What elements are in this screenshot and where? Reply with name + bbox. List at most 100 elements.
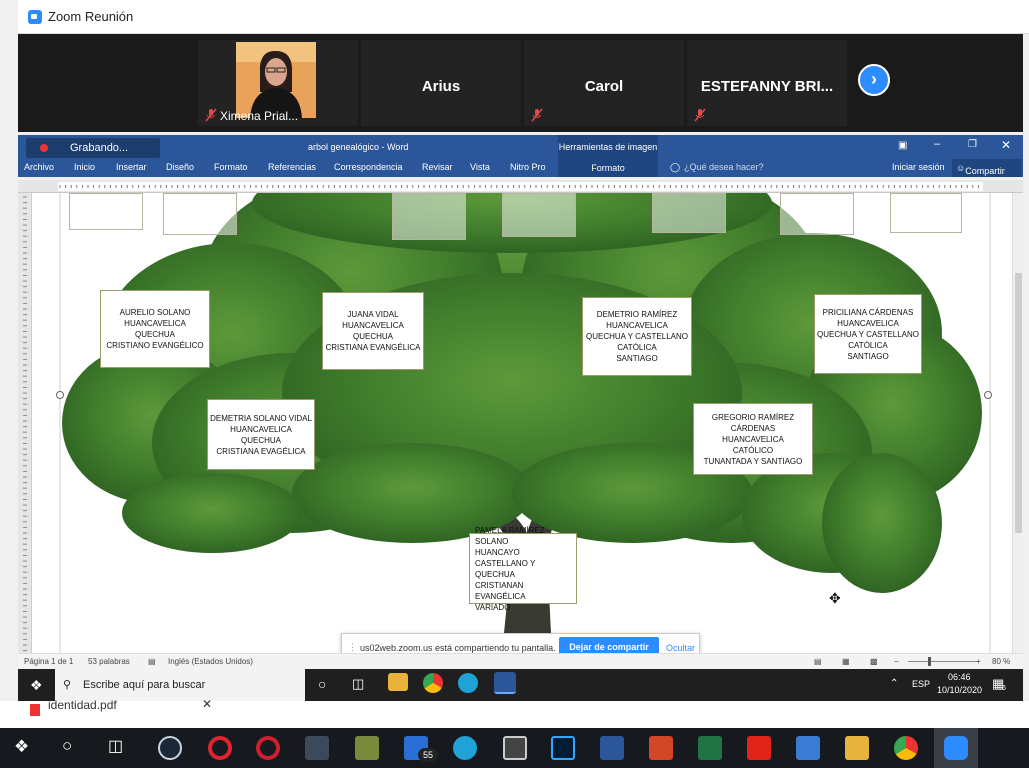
- file-explorer-icon[interactable]: [845, 736, 869, 760]
- tab-correspondencia[interactable]: Correspondencia: [334, 162, 403, 172]
- steam-icon[interactable]: [158, 736, 182, 760]
- powerpoint-icon[interactable]: [649, 736, 673, 760]
- acrobat-icon[interactable]: [747, 736, 771, 760]
- family-card-aurelio[interactable]: AURELIO SOLANO HUANCAVELICA QUECHUA CRIS…: [100, 290, 210, 368]
- family-card-juana[interactable]: JUANA VIDAL HUANCAVELICA QUECHUA CRISTIA…: [322, 292, 424, 370]
- tab-archivo[interactable]: Archivo: [24, 162, 54, 172]
- participant-tile-ximena[interactable]: Ximena Prial...: [198, 40, 358, 126]
- horizontal-ruler[interactable]: [18, 180, 1023, 193]
- restore-icon[interactable]: ❐: [968, 139, 977, 150]
- tell-me-box[interactable]: ¿Qué desea hacer?: [684, 162, 764, 172]
- zoom-slider[interactable]: [908, 661, 978, 662]
- family-card-pamela[interactable]: PAMELA RAMÍREZ SOLANO HUANCAYO CASTELLAN…: [469, 526, 577, 612]
- empty-card[interactable]: [890, 193, 962, 233]
- photos-icon[interactable]: [796, 736, 820, 760]
- zoom-app-icon[interactable]: [944, 736, 968, 760]
- empty-card[interactable]: [69, 193, 143, 230]
- store-icon[interactable]: [355, 736, 379, 760]
- empty-card[interactable]: [502, 193, 576, 237]
- zoom-slider-thumb[interactable]: [928, 657, 931, 666]
- language-status[interactable]: Inglés (Estados Unidos): [168, 657, 253, 666]
- tab-revisar[interactable]: Revisar: [422, 162, 453, 172]
- scroll-thumb[interactable]: [1015, 273, 1022, 533]
- cortana-icon[interactable]: ○: [62, 736, 72, 756]
- tray-time[interactable]: 06:46: [948, 672, 971, 682]
- word-icon[interactable]: [494, 672, 516, 694]
- cortana-icon[interactable]: ○: [318, 676, 326, 692]
- zoom-level[interactable]: 80 %: [992, 657, 1010, 666]
- tab-diseno[interactable]: Diseño: [166, 162, 194, 172]
- next-page-button[interactable]: ›: [858, 64, 890, 96]
- word-count[interactable]: 53 palabras: [88, 657, 130, 666]
- family-card-gregorio[interactable]: GREGORIO RAMÍREZ CÁRDENAS HUANCAVELICA C…: [693, 403, 813, 475]
- app-icon[interactable]: [305, 736, 329, 760]
- page-count[interactable]: Página 1 de 1: [24, 657, 73, 666]
- vertical-scrollbar[interactable]: [1012, 193, 1023, 653]
- background-file-name[interactable]: identidad.pdf: [48, 698, 117, 712]
- windows-start-icon[interactable]: ❖: [30, 677, 43, 694]
- card-line: QUECHUA: [240, 435, 281, 445]
- card-line: HUANCAVELICA: [124, 319, 186, 328]
- participant-tile-estefanny[interactable]: ESTEFANNY BRI...: [687, 40, 847, 126]
- word-icon[interactable]: [600, 736, 624, 760]
- tab-referencias[interactable]: Referencias: [268, 162, 316, 172]
- tab-inicio[interactable]: Inicio: [74, 162, 95, 172]
- tab-vista[interactable]: Vista: [470, 162, 490, 172]
- read-mode-icon[interactable]: ▤: [814, 657, 822, 666]
- family-card-priciliana[interactable]: PRICILIANA CÁRDENAS HUANCAVELICA QUECHUA…: [814, 294, 922, 374]
- tab-formato[interactable]: Formato: [214, 162, 248, 172]
- hide-button[interactable]: Ocultar: [666, 643, 695, 653]
- close-tab-icon[interactable]: ✕: [202, 697, 212, 711]
- opera-gx-icon[interactable]: [256, 736, 280, 760]
- chrome-icon[interactable]: [894, 736, 918, 760]
- tray-expand-icon[interactable]: ⌃: [890, 678, 898, 689]
- opera-icon[interactable]: [208, 736, 232, 760]
- excel-icon[interactable]: [698, 736, 722, 760]
- minimize-icon[interactable]: –: [934, 138, 940, 150]
- edge-icon[interactable]: [453, 736, 477, 760]
- system-taskbar: ❖ ○ ◫ 55: [0, 728, 1029, 768]
- ribbon-display-icon[interactable]: ▣: [898, 140, 907, 151]
- word-status-bar: Página 1 de 1 53 palabras ▤ Inglés (Esta…: [18, 653, 1023, 669]
- zoom-out-icon[interactable]: –: [894, 657, 898, 666]
- taskbar-search[interactable]: ⚲ Escribe aquí para buscar: [55, 669, 305, 701]
- empty-card[interactable]: [163, 193, 237, 235]
- sign-in-link[interactable]: Iniciar sesión: [892, 162, 945, 172]
- tray-date[interactable]: 10/10/2020: [937, 685, 982, 695]
- participant-tile-carol[interactable]: Carol: [524, 40, 684, 126]
- share-button[interactable]: ☺ Compartir: [952, 159, 1022, 177]
- tray-language[interactable]: ESP: [912, 679, 930, 689]
- file-explorer-icon[interactable]: [388, 673, 408, 691]
- drag-handle-icon[interactable]: ⋮: [348, 642, 357, 653]
- ribbon-tabs: Archivo Inicio Insertar Diseño Formato R…: [18, 159, 1023, 177]
- card-line: HUANCAVELICA: [837, 318, 899, 328]
- tab-insertar[interactable]: Insertar: [116, 162, 147, 172]
- photoshop-icon[interactable]: [551, 736, 575, 760]
- task-view-icon[interactable]: ◫: [352, 676, 364, 692]
- zoom-in-icon[interactable]: +: [976, 657, 981, 666]
- recording-indicator[interactable]: Grabando...: [26, 138, 160, 158]
- card-line: CASTELLANO Y QUECHUA: [475, 558, 536, 579]
- vertical-ruler[interactable]: [18, 193, 32, 653]
- movie-maker-icon[interactable]: [503, 736, 527, 760]
- document-canvas[interactable]: AURELIO SOLANO HUANCAVELICA QUECHUA CRIS…: [32, 193, 1012, 653]
- card-line: CATÓLICA: [617, 343, 657, 352]
- close-icon[interactable]: ✕: [1001, 138, 1011, 152]
- edge-icon[interactable]: [458, 673, 478, 693]
- windows-start-icon[interactable]: ❖: [14, 737, 29, 757]
- participant-tile-arius[interactable]: Arius: [361, 40, 521, 126]
- family-card-demetria[interactable]: DEMETRIA SOLANO VIDAL HUANCAVELICA QUECH…: [207, 399, 315, 470]
- empty-card[interactable]: [652, 193, 726, 233]
- tab-nitro-pro[interactable]: Nitro Pro: [510, 162, 546, 172]
- chrome-icon[interactable]: [423, 673, 443, 693]
- participant-video: [236, 42, 316, 118]
- empty-card[interactable]: [780, 193, 854, 235]
- web-layout-icon[interactable]: ▩: [870, 657, 878, 666]
- family-card-demetrio[interactable]: DEMETRIO RAMÍREZ HUANCAVELICA QUECHUA Y …: [582, 297, 692, 376]
- tab-formato-imagen[interactable]: Formato: [558, 159, 658, 177]
- proofing-icon[interactable]: ▤: [148, 657, 156, 666]
- print-layout-icon[interactable]: ▦: [842, 657, 850, 666]
- empty-card[interactable]: [392, 193, 466, 240]
- task-view-icon[interactable]: ◫: [108, 736, 123, 756]
- card-line: CATÓLICO: [732, 445, 774, 455]
